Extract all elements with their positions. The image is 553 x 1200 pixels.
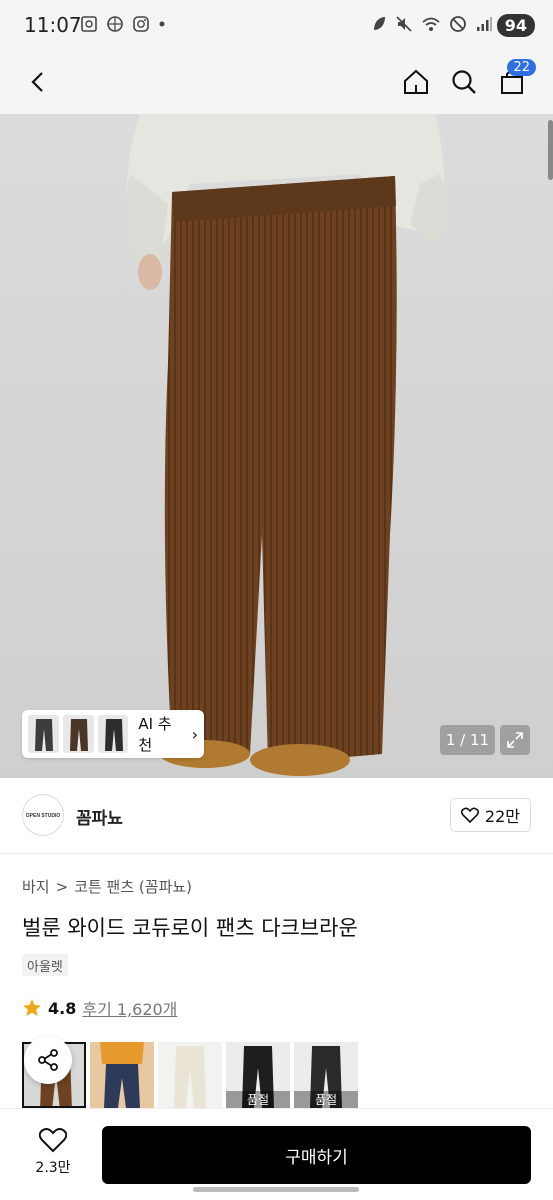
expand-button[interactable] (500, 725, 530, 755)
wifi-icon (422, 17, 440, 31)
cart-button[interactable]: 22 (492, 59, 536, 102)
breadcrumb: 바지 > 코튼 팬츠 (꼼파뇨) (22, 876, 192, 897)
brand-row: OPEN STUDIO 꼼파뇨 22만 (0, 790, 553, 854)
sold-out-label: 품절 (226, 1091, 290, 1108)
dot-icon (159, 21, 165, 27)
thumbnail-5[interactable]: 품절 (294, 1042, 358, 1108)
wishlist-button[interactable]: 2.3만 (22, 1127, 84, 1183)
search-icon (452, 70, 476, 94)
status-left-icons (80, 15, 166, 33)
back-button[interactable] (18, 62, 58, 102)
mute-icon (396, 16, 412, 32)
cart-count-badge: 22 (507, 59, 536, 76)
buy-button[interactable]: 구매하기 (102, 1126, 531, 1184)
top-nav: 22 (0, 52, 553, 114)
wishlist-count: 2.3만 (35, 1160, 71, 1176)
brand-logo-text: OPEN STUDIO (26, 813, 60, 819)
product-title: 벌룬 와이드 코듀로이 팬츠 다크브라운 (22, 916, 358, 940)
thumbnail-4[interactable]: 품절 (226, 1042, 290, 1108)
status-bar: 11:07 94 (0, 0, 553, 52)
product-photo (126, 114, 447, 776)
do-not-disturb-icon (450, 16, 466, 32)
basketball-icon (107, 16, 123, 32)
status-right-icons (371, 15, 493, 33)
screenshot-icon (81, 16, 97, 32)
brand-like-button[interactable]: 22만 (449, 798, 531, 832)
share-button[interactable] (24, 1036, 72, 1084)
breadcrumb-separator: > (55, 877, 69, 896)
chevron-right-icon: › (191, 724, 199, 744)
heart-icon (39, 1128, 67, 1153)
brand-name[interactable]: 꼼파뇨 (76, 804, 123, 829)
outlet-tag: 아울렛 (22, 954, 68, 976)
expand-icon (507, 732, 523, 748)
heart-icon (460, 807, 479, 823)
brand-like-count: 22만 (484, 807, 520, 826)
sold-out-label: 품절 (294, 1091, 358, 1108)
ai-thumb-2 (62, 715, 94, 753)
brand-logo[interactable]: OPEN STUDIO (22, 794, 64, 836)
breadcrumb-subcategory[interactable]: 코튼 팬츠 (꼼파뇨) (74, 876, 192, 897)
home-button[interactable] (396, 62, 436, 102)
home-icon (404, 69, 428, 94)
page-indicator: 1 / 11 (440, 725, 495, 755)
star-icon (23, 999, 41, 1016)
ai-recommend-chip[interactable]: AI 추천 › (22, 710, 204, 758)
ai-thumb-3 (97, 715, 129, 753)
rating-value: 4.8 (48, 998, 77, 1018)
thumbnail-row: 품절 품절 (22, 1042, 358, 1108)
product-image[interactable] (0, 114, 553, 778)
ai-recommend-label: AI 추천 (138, 715, 172, 754)
instagram-icon (133, 16, 149, 32)
leaf-icon (374, 17, 385, 30)
thumbnail-3[interactable] (158, 1042, 222, 1108)
rating-row: 4.8 후기 1,620개 (22, 996, 177, 1020)
svg-text:OPEN STUDIO: OPEN STUDIO (26, 813, 60, 819)
status-time: 11:07 (24, 13, 82, 37)
share-icon (38, 1049, 58, 1071)
signal-icon (477, 17, 492, 31)
review-link[interactable]: 후기 1,620개 (82, 996, 177, 1020)
scrollbar[interactable] (548, 120, 553, 180)
home-indicator[interactable] (193, 1187, 359, 1192)
battery-badge: 94 (496, 14, 535, 37)
chevron-left-icon (31, 72, 43, 92)
ai-thumb-1 (28, 715, 59, 753)
breadcrumb-category[interactable]: 바지 (22, 876, 50, 897)
search-button[interactable] (444, 62, 484, 102)
thumbnail-2[interactable] (90, 1042, 154, 1108)
